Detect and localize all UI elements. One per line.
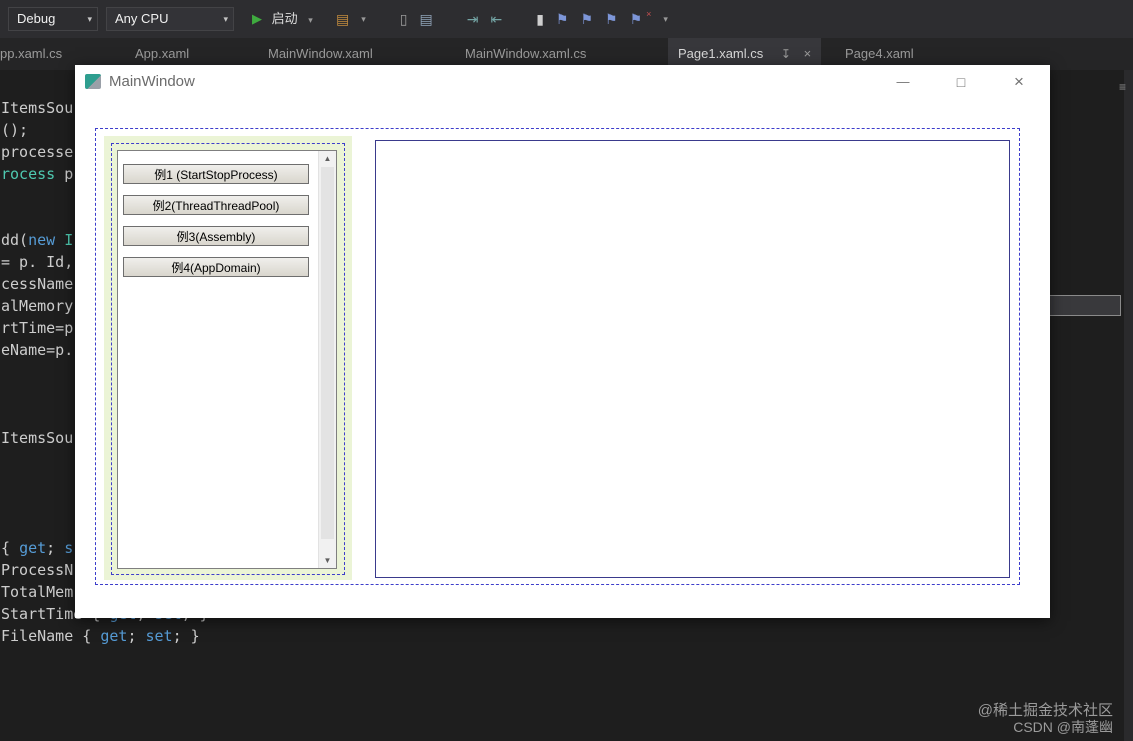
code-line: eName=p. <box>1 342 73 359</box>
play-icon: ▶ <box>252 11 262 26</box>
indent-icon[interactable]: ⇥ <box>467 11 479 28</box>
bookmark-folder-icon[interactable]: ⚑ <box>605 11 618 28</box>
code-line: TotalMem <box>1 584 73 601</box>
code-text: get <box>19 539 47 557</box>
close-tab-icon[interactable]: × <box>804 46 812 61</box>
combo-label: Debug <box>17 11 56 26</box>
minimize-button[interactable]: — <box>888 65 918 99</box>
code-text: cessName <box>1 275 74 293</box>
code-text: rtTime=p <box>1 319 74 337</box>
code-line: = p. Id, <box>1 254 73 271</box>
code-text: ItemsSou <box>1 99 74 117</box>
code-text: processe <box>1 143 74 161</box>
code-text: I <box>55 231 74 249</box>
app-icon <box>85 74 101 89</box>
listbox-scrollbar[interactable]: ▲ ▼ <box>318 151 336 568</box>
outdent-icon[interactable]: ⇤ <box>490 11 502 28</box>
code-text: ItemsSou <box>1 429 74 447</box>
code-text: set <box>145 627 173 645</box>
chevron-down-icon: ▾ <box>87 14 92 24</box>
clear-x-icon: × <box>646 9 652 19</box>
code-text: s <box>64 539 74 557</box>
code-text: ; } <box>172 627 200 645</box>
new-file-icon[interactable]: ▯ <box>400 11 408 28</box>
solution-config-dropdown[interactable]: Debug ▾ <box>8 7 98 31</box>
scrollbar-thumb[interactable] <box>321 167 334 539</box>
editor-scrollbar-strip[interactable] <box>1124 70 1133 741</box>
window-title: MainWindow <box>109 73 195 90</box>
chevron-down-icon[interactable]: ▾ <box>308 15 313 25</box>
code-text: (); <box>1 121 29 139</box>
code-text: p <box>55 165 74 183</box>
code-text: eName=p. <box>1 341 74 359</box>
code-text: ProcessN <box>1 561 74 579</box>
example3-button[interactable]: 例3(Assembly) <box>123 226 309 246</box>
code-line: { get; s <box>1 540 73 557</box>
listbox: 例1 (StartStopProcess) 例2(ThreadThreadPoo… <box>117 150 337 569</box>
start-label: 启动 <box>271 11 298 26</box>
platform-dropdown[interactable]: Any CPU ▾ <box>106 7 234 31</box>
code-text: get <box>100 627 128 645</box>
scroll-up-icon[interactable]: ▲ <box>319 154 336 163</box>
bookmark-icon[interactable]: ▮ <box>536 11 544 28</box>
pin-icon[interactable]: ↧ <box>781 47 791 61</box>
code-text: ; <box>127 627 146 645</box>
code-line: FileName { get; set; } <box>1 628 200 645</box>
chevron-down-icon[interactable]: ▾ <box>361 14 366 25</box>
chevron-down-icon: ▾ <box>223 14 228 24</box>
editor-panel-fragment <box>1049 295 1121 316</box>
code-text: TotalMem <box>1 583 74 601</box>
code-text: FileName { <box>1 627 101 645</box>
example4-button[interactable]: 例4(AppDomain) <box>123 257 309 277</box>
code-line: rtTime=p <box>1 320 73 337</box>
visual-studio-ide: ItemsSou (); processe rocess p dd(new I … <box>0 0 1133 741</box>
code-line: rocess p <box>1 166 73 183</box>
window-titlebar[interactable]: MainWindow — □ × <box>75 65 1050 99</box>
code-text: { <box>1 539 20 557</box>
watermark-csdn: CSDN @南蓬幽 <box>1013 719 1113 735</box>
code-text: ; <box>46 539 65 557</box>
code-text: alMemory <box>1 297 74 315</box>
toolbar-icons: ▤ ▾ ▯ ▤ ⇥ ⇤ ▮ ⚑ ⚑ ⚑ ⚑ × ▾ <box>336 7 668 31</box>
document-outline-icon: ≡ <box>1119 80 1127 94</box>
example1-button[interactable]: 例1 (StartStopProcess) <box>123 164 309 184</box>
code-line: cessName <box>1 276 73 293</box>
scroll-down-icon[interactable]: ▼ <box>319 556 336 565</box>
code-text: rocess <box>1 165 56 183</box>
outline-icon[interactable]: ▤ <box>419 11 432 28</box>
clear-bookmarks-icon[interactable]: ⚑ <box>630 11 643 28</box>
code-line: dd(new I <box>1 232 73 249</box>
code-text: new <box>28 231 56 249</box>
close-button[interactable]: × <box>1004 65 1034 99</box>
start-debug-button[interactable]: ▶ 启动 ▾ <box>252 7 313 31</box>
code-text: = p. Id, <box>1 253 74 271</box>
code-line: ItemsSou <box>1 430 73 447</box>
code-text: dd( <box>1 231 29 249</box>
hot-reload-icon[interactable]: ▤ <box>336 11 349 28</box>
tab-label: Page1.xaml.cs <box>678 46 764 61</box>
code-line: alMemory <box>1 298 73 315</box>
code-line: (); <box>1 122 28 139</box>
toolbar: Debug ▾ Any CPU ▾ ▶ 启动 ▾ ▤ ▾ ▯ ▤ ⇥ ⇤ ▮ ⚑… <box>0 0 1133 38</box>
code-line: processe <box>1 144 73 161</box>
code-line: ProcessN <box>1 562 73 579</box>
tab-app-xaml-cs[interactable]: pp.xaml.cs <box>0 38 62 70</box>
mainwindow: MainWindow — □ × 例1 (StartStopProcess) 例… <box>75 65 1050 618</box>
prev-bookmark-icon[interactable]: ⚑ <box>556 11 569 28</box>
maximize-button[interactable]: □ <box>946 65 976 99</box>
content-frame <box>375 140 1010 578</box>
chevron-down-icon[interactable]: ▾ <box>663 14 668 25</box>
example2-button[interactable]: 例2(ThreadThreadPool) <box>123 195 309 215</box>
code-line: ItemsSou <box>1 100 73 117</box>
combo-label: Any CPU <box>115 11 169 26</box>
next-bookmark-icon[interactable]: ⚑ <box>580 11 593 28</box>
